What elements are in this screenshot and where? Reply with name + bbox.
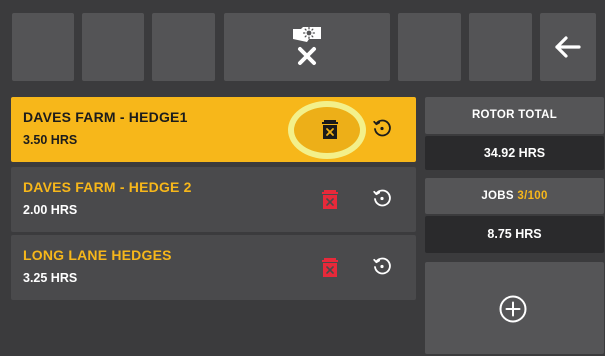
plus-circle-icon [499,295,527,323]
tap-highlight-ring [288,101,366,159]
toolbar-slot-3[interactable] [152,13,215,81]
job-row-2[interactable]: DAVES FARM - HEDGE 2 2.00 HRS [11,167,416,232]
job-hours: 3.25 HRS [23,271,78,285]
jobs-label: JOBS 3/100 [425,178,604,214]
jobs-count: 3/100 [517,190,548,202]
toolbar-slot-2[interactable] [82,13,144,81]
toolbar-slot-1[interactable] [12,13,74,81]
job-name: DAVES FARM - HEDGE1 [23,109,188,125]
add-job-button[interactable] [425,262,604,354]
back-button[interactable] [540,13,596,81]
job-name: LONG LANE HEDGES [23,247,172,263]
toolbar-slot-5[interactable] [398,13,461,81]
reset-timer-icon[interactable] [372,188,392,208]
trash-icon[interactable] [321,189,339,209]
job-name: DAVES FARM - HEDGE 2 [23,179,192,195]
screen: DAVES FARM - HEDGE1 3.50 HRS DAVES FARM … [0,0,605,356]
trash-icon[interactable] [321,257,339,277]
rotor-total-value: 34.92 HRS [425,136,604,170]
rotor-total-label: ROTOR TOTAL [425,97,604,134]
arrow-left-icon [555,36,581,58]
clear-job-memory-icon [293,26,321,65]
job-hours: 3.50 HRS [23,133,78,147]
clear-jobs-button[interactable] [224,13,390,81]
jobs-label-text: JOBS [481,190,514,202]
toolbar-slot-6[interactable] [469,13,532,81]
reset-timer-icon[interactable] [372,118,392,138]
job-row-3[interactable]: LONG LANE HEDGES 3.25 HRS [11,235,416,300]
job-hours: 2.00 HRS [23,203,78,217]
reset-timer-icon[interactable] [372,256,392,276]
jobs-hours-value: 8.75 HRS [425,216,604,253]
